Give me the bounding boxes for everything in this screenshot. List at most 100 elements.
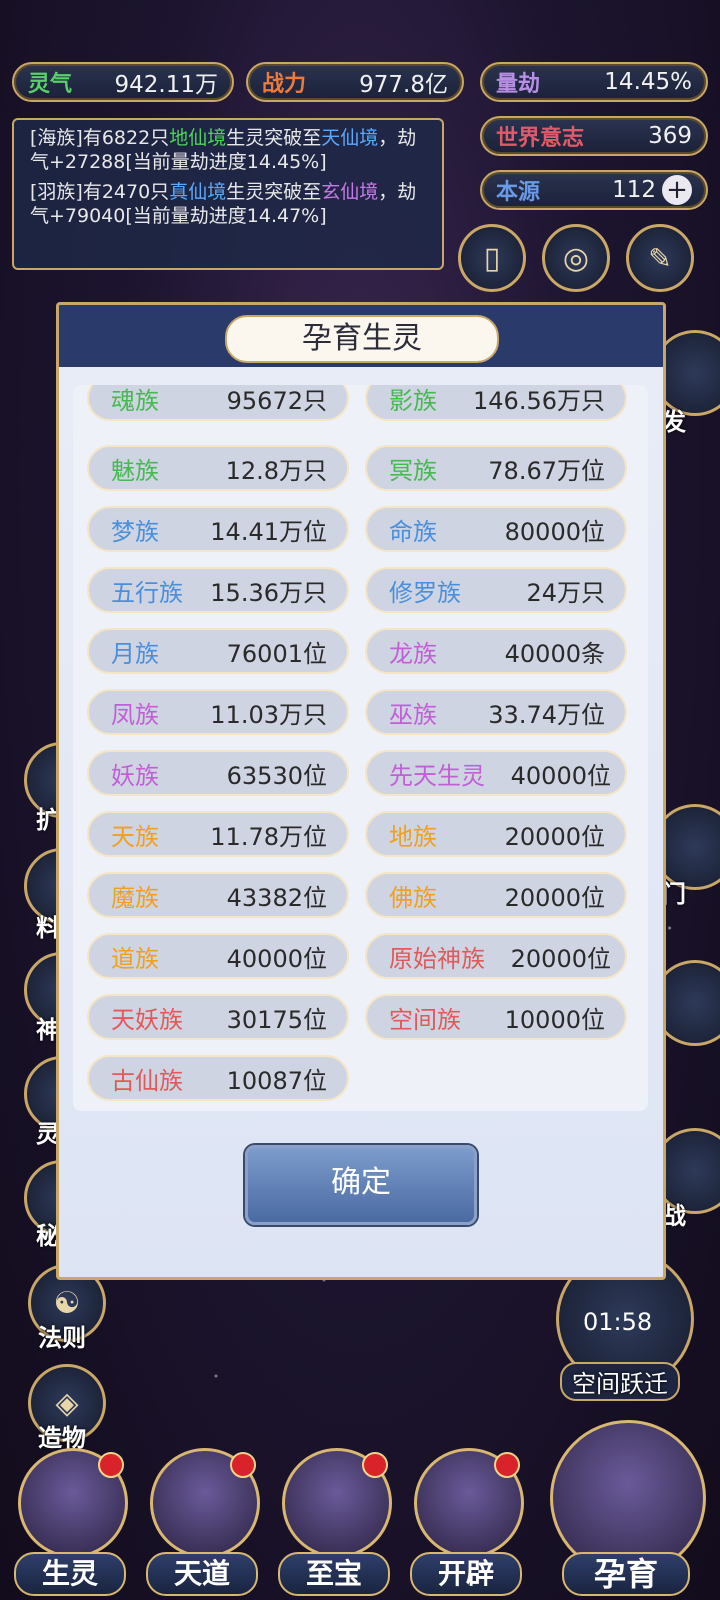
race-item: 冥族 78.67万位 <box>365 445 627 491</box>
race-count: 40000位 <box>226 944 327 973</box>
stat-label: 灵气 <box>28 72 73 97</box>
log-realm: 地仙境 <box>169 127 227 149</box>
race-count: 78.67万位 <box>488 456 605 485</box>
scroll-icon[interactable]: ✎ <box>626 224 694 292</box>
race-name: 妖族 <box>111 761 159 790</box>
stat-label: 世界意志 <box>496 126 585 151</box>
race-name: 修罗族 <box>389 578 461 607</box>
race-item: 命族 80000位 <box>365 506 627 552</box>
race-count: 11.78万位 <box>210 822 327 851</box>
stat-benyuan[interactable]: 本源 112 + <box>480 170 708 210</box>
race-count: 95672只 <box>226 386 327 415</box>
race-item: 佛族 20000位 <box>365 872 627 918</box>
dialog-title: 孕育生灵 <box>225 315 499 363</box>
log-realm: 真仙境 <box>169 181 227 203</box>
race-name: 先天生灵 <box>389 761 485 790</box>
race-count: 12.8万只 <box>225 456 327 485</box>
stat-value: 942.11万 <box>114 72 218 98</box>
race-item: 地族 20000位 <box>365 811 627 857</box>
log-text: [海族]有6822只 <box>30 127 170 149</box>
race-name: 巫族 <box>389 700 437 729</box>
nav-yunyu[interactable]: 孕育 <box>546 1420 706 1596</box>
race-count: 20000位 <box>510 944 611 973</box>
race-name: 天妖族 <box>111 1005 183 1034</box>
stat-value: 977.8亿 <box>359 72 448 98</box>
stat-world-will[interactable]: 世界意志 369 <box>480 116 708 156</box>
race-name: 魅族 <box>111 456 159 485</box>
notification-dot <box>98 1452 124 1478</box>
race-item: 天妖族 30175位 <box>87 994 349 1040</box>
race-name: 天族 <box>111 822 159 851</box>
stat-label: 量劫 <box>496 72 541 97</box>
race-name: 魂族 <box>111 386 159 415</box>
race-item: 妖族 63530位 <box>87 750 349 796</box>
breed-creatures-dialog: 孕育生灵 魂族 95672只 影族 146.56万只 魅族 12.8万只 冥族 78.6… <box>56 302 666 1280</box>
log-text: 生灵突破至 <box>226 127 322 149</box>
nav-label: 至宝 <box>278 1552 390 1596</box>
race-name: 月族 <box>111 639 159 668</box>
race-item: 巫族 33.74万位 <box>365 689 627 735</box>
race-name: 魔族 <box>111 883 159 912</box>
race-count: 24万只 <box>526 578 605 607</box>
race-item: 月族 76001位 <box>87 628 349 674</box>
add-icon[interactable]: + <box>662 175 692 205</box>
race-count: 33.74万位 <box>488 700 605 729</box>
pillar-icon[interactable]: ▯ <box>458 224 526 292</box>
stat-value: 14.45% <box>604 69 692 95</box>
race-name: 梦族 <box>111 517 159 546</box>
race-name: 空间族 <box>389 1005 461 1034</box>
race-item: 空间族 10000位 <box>365 994 627 1040</box>
race-name: 龙族 <box>389 639 437 668</box>
nav-shengling[interactable]: 生灵 <box>14 1448 128 1596</box>
race-item: 古仙族 10087位 <box>87 1055 349 1101</box>
nav-label: 孕育 <box>562 1552 690 1596</box>
race-name: 命族 <box>389 517 437 546</box>
race-count: 10087位 <box>226 1066 327 1095</box>
race-item: 凤族 11.03万只 <box>87 689 349 735</box>
notification-dot <box>494 1452 520 1478</box>
nav-zhibao[interactable]: 至宝 <box>278 1448 392 1596</box>
log-target-realm: 天仙境 <box>321 127 379 149</box>
race-item: 原始神族 20000位 <box>365 933 627 979</box>
race-item: 梦族 14.41万位 <box>87 506 349 552</box>
stat-label: 本源 <box>496 180 541 205</box>
stat-value: 112 <box>612 177 656 203</box>
confirm-button[interactable]: 确定 <box>245 1145 477 1225</box>
notification-dot <box>362 1452 388 1478</box>
rule-label: 法则 <box>38 1324 86 1352</box>
race-name: 原始神族 <box>389 944 485 973</box>
race-count: 15.36万只 <box>210 578 327 607</box>
stat-label: 战力 <box>262 72 307 97</box>
race-count: 10000位 <box>504 1005 605 1034</box>
race-count: 43382位 <box>226 883 327 912</box>
race-name: 五行族 <box>111 578 183 607</box>
stat-liangjie[interactable]: 量劫 14.45% <box>480 62 708 102</box>
race-name: 冥族 <box>389 456 437 485</box>
stat-value-group: 112 + <box>612 175 692 205</box>
race-item: 五行族 15.36万只 <box>87 567 349 613</box>
log-text: [羽族]有2470只 <box>30 181 170 203</box>
race-count: 146.56万只 <box>473 386 605 415</box>
log-entry: [海族]有6822只地仙境生灵突破至天仙境，劫气+27288[当前量劫进度14.… <box>30 126 432 174</box>
race-item: 魔族 43382位 <box>87 872 349 918</box>
race-item: 天族 11.78万位 <box>87 811 349 857</box>
event-log: [海族]有6822只地仙境生灵突破至天仙境，劫气+27288[当前量劫进度14.… <box>12 118 444 270</box>
race-count: 20000位 <box>504 822 605 851</box>
race-name: 道族 <box>111 944 159 973</box>
nav-kaipi[interactable]: 开辟 <box>410 1448 524 1596</box>
stat-zhanli[interactable]: 战力 977.8亿 <box>246 62 464 102</box>
nav-tiandao[interactable]: 天道 <box>146 1448 260 1596</box>
stat-lingqi[interactable]: 灵气 942.11万 <box>12 62 234 102</box>
race-count: 76001位 <box>226 639 327 668</box>
nav-label: 天道 <box>146 1552 258 1596</box>
jump-label: 空间跃迁 <box>560 1362 680 1401</box>
stat-value: 369 <box>648 123 692 149</box>
vortex-icon[interactable]: ◎ <box>542 224 610 292</box>
race-count: 63530位 <box>226 761 327 790</box>
race-count: 80000位 <box>504 517 605 546</box>
race-name: 古仙族 <box>111 1066 183 1095</box>
log-target-realm: 玄仙境 <box>321 181 379 203</box>
race-item: 修罗族 24万只 <box>365 567 627 613</box>
race-name: 凤族 <box>111 700 159 729</box>
race-list[interactable]: 魂族 95672只 影族 146.56万只 魅族 12.8万只 冥族 78.67万位 梦… <box>73 385 648 1111</box>
